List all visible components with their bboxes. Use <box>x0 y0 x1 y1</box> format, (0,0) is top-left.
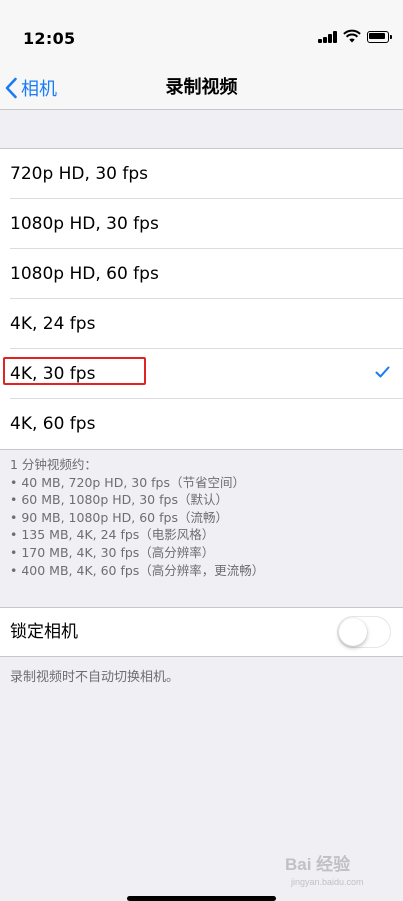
format-option-1080p-30[interactable]: 1080p HD, 30 fps <box>0 199 403 249</box>
chevron-left-icon <box>5 77 17 99</box>
video-format-list: 720p HD, 30 fps 1080p HD, 30 fps 1080p H… <box>0 148 403 450</box>
cellular-signal-icon <box>318 31 338 43</box>
footnote-line: • 40 MB, 720p HD, 30 fps（节省空间） <box>10 474 245 490</box>
format-option-720p-30[interactable]: 720p HD, 30 fps <box>0 149 403 199</box>
footnote-line: • 60 MB, 1080p HD, 30 fps（默认） <box>10 492 228 508</box>
back-button[interactable]: 相机 <box>4 70 57 106</box>
svg-text:Bai 经验: Bai 经验 <box>285 854 351 874</box>
checkmark-icon <box>375 366 390 378</box>
format-option-label: 720p HD, 30 fps <box>10 164 148 184</box>
footnote-line: • 90 MB, 1080p HD, 60 fps（流畅） <box>10 509 228 525</box>
home-indicator[interactable] <box>127 896 276 901</box>
format-option-4k-24[interactable]: 4K, 24 fps <box>0 299 403 349</box>
size-footnote: 1 分钟视频约： • 40 MB, 720p HD, 30 fps（节省空间） … <box>10 456 395 579</box>
format-option-label: 1080p HD, 60 fps <box>10 264 159 284</box>
battery-icon <box>367 31 393 43</box>
status-bar: 12:05 <box>0 0 403 66</box>
footnote-line: • 400 MB, 4K, 60 fps（高分辨率，更流畅） <box>10 562 265 578</box>
page-title: 录制视频 <box>165 77 238 98</box>
baidu-jingyan-watermark: Bai 经验 jingyan.baidu.com <box>285 854 364 887</box>
svg-text:jingyan.baidu.com: jingyan.baidu.com <box>290 877 364 887</box>
footnote-line: • 135 MB, 4K, 24 fps（电影风格） <box>10 527 215 543</box>
wifi-icon <box>343 29 361 43</box>
back-button-label: 相机 <box>21 79 57 100</box>
lock-camera-footnote: 录制视频时不自动切换相机。 <box>10 670 180 685</box>
footnote-line: • 170 MB, 4K, 30 fps（高分辨率） <box>10 544 215 560</box>
format-option-label: 4K, 24 fps <box>10 314 96 334</box>
toggle-knob <box>339 618 367 646</box>
lock-camera-label: 锁定相机 <box>10 622 78 642</box>
status-time: 12:05 <box>23 29 76 48</box>
navigation-bar: 录制视频 相机 <box>0 66 403 110</box>
format-option-1080p-60[interactable]: 1080p HD, 60 fps <box>0 249 403 299</box>
footnote-heading: 1 分钟视频约： <box>10 457 97 472</box>
format-option-label: 4K, 60 fps <box>10 414 96 434</box>
lock-camera-toggle[interactable] <box>337 616 391 648</box>
lock-camera-row: 锁定相机 <box>0 607 403 657</box>
highlight-annotation-box <box>3 357 146 385</box>
format-option-label: 1080p HD, 30 fps <box>10 214 159 234</box>
format-option-4k-60[interactable]: 4K, 60 fps <box>0 399 403 449</box>
screen: 12:05 录制视频 相机 720p HD, 30 fps 1080p HD, … <box>0 0 403 901</box>
